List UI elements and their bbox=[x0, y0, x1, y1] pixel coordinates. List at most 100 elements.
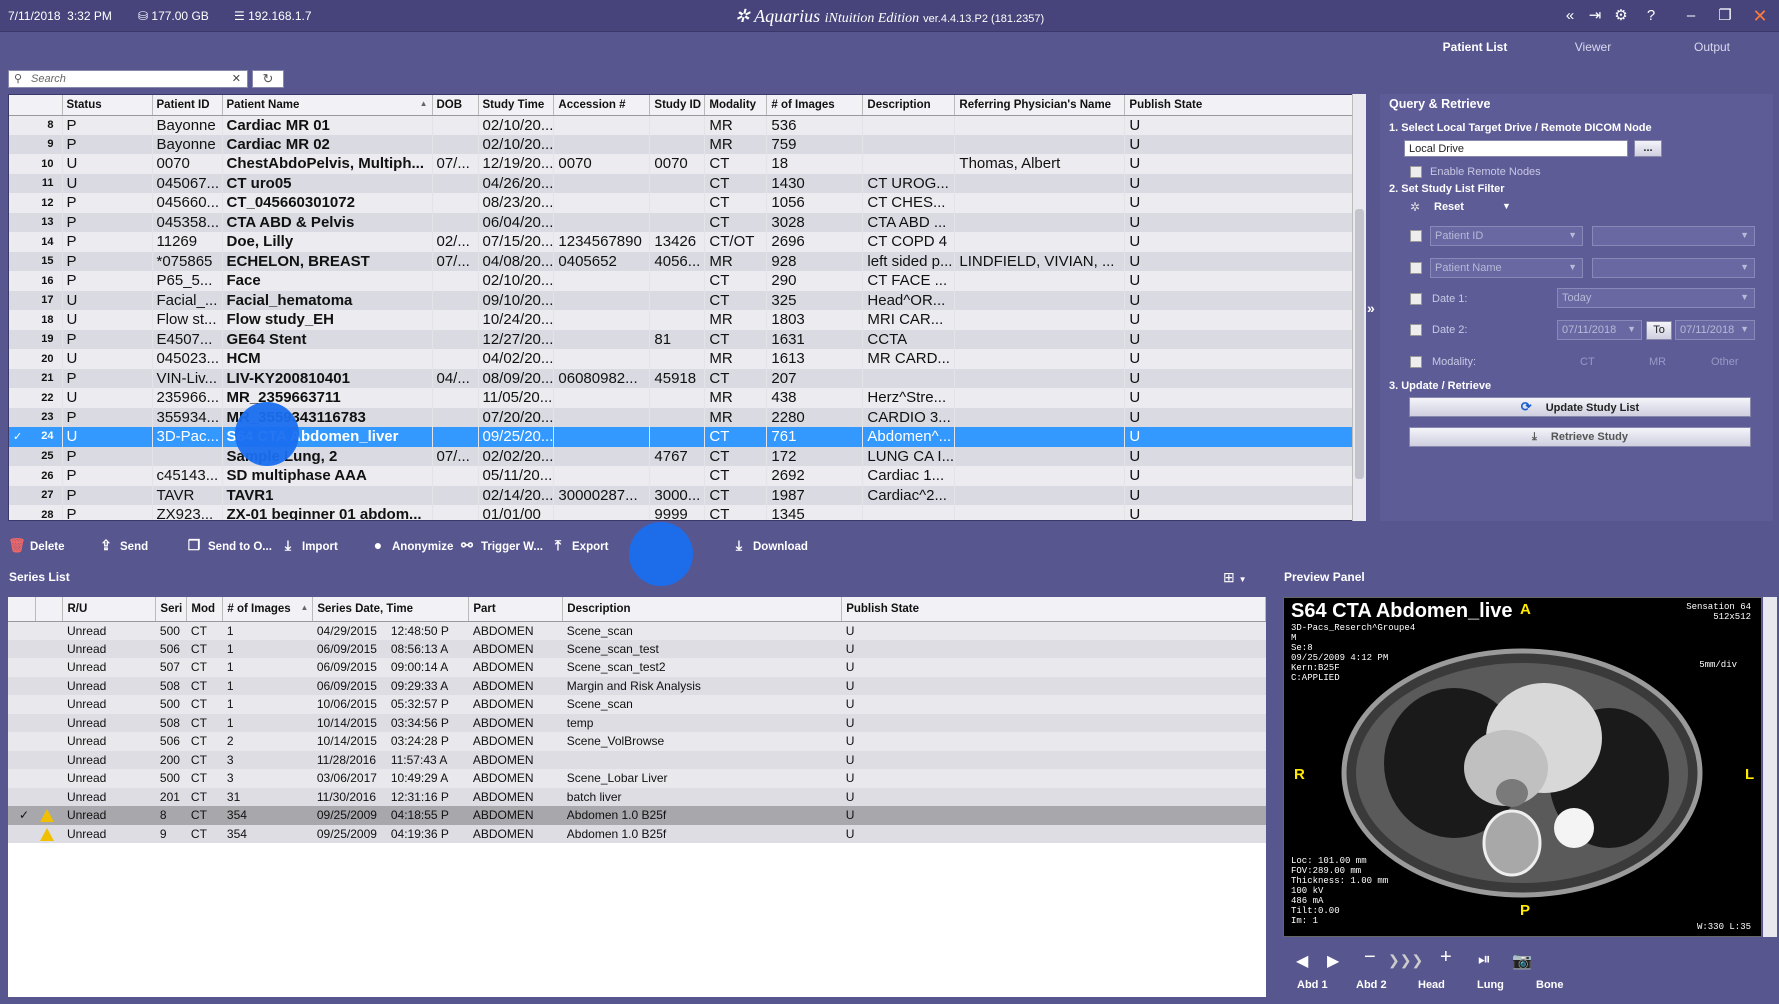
logout-icon[interactable]: ⇥ bbox=[1584, 6, 1606, 26]
study-row[interactable]: 25PSample Lung, 207/...02/02/20...4767CT… bbox=[9, 446, 1355, 466]
preset-lung[interactable]: Lung bbox=[1477, 979, 1504, 991]
preview-image[interactable]: S64 CTA Abdomen_live 3D-Pacs_Reserch^Gro… bbox=[1283, 597, 1762, 937]
series-row[interactable]: Unread 507 CT 1 06/09/2015 09:00:14 A ABDOMEN S… bbox=[8, 658, 1266, 677]
column-header-part[interactable]: Part bbox=[468, 597, 564, 622]
delete-button[interactable]: 🗑 Delete bbox=[8, 537, 65, 554]
date2-to-field[interactable]: 07/11/2018 ▼ bbox=[1675, 320, 1755, 340]
study-row[interactable]: 15 P *075865 ECHELON, BREAST 07/... 04/08/20.… bbox=[9, 251, 1355, 271]
series-row[interactable]: ✓ Unread 8 CT 354 09/25/2009 04:18:55 P ABDOMEN… bbox=[8, 806, 1266, 825]
tab-patient-list[interactable]: Patient List bbox=[1430, 40, 1520, 54]
series-row[interactable]: Unread 508 CT 1 06/09/2015 09:29:33 A ABDOMEN M… bbox=[8, 676, 1266, 695]
column-header-dob[interactable]: DOB bbox=[432, 95, 479, 116]
column-header-seri[interactable]: Seri bbox=[155, 597, 188, 622]
study-row[interactable]: ✓ 24 U 3D-Pac... S64 CTA Abdomen_liver 09/25/… bbox=[9, 427, 1355, 447]
column-header-study-id[interactable]: Study ID bbox=[649, 95, 706, 116]
study-row[interactable]: 23 P 355934... MR_3559343116783 07/20/20... M… bbox=[9, 407, 1355, 427]
column-header-images[interactable]: # of Images bbox=[766, 95, 864, 116]
column-header-description[interactable]: Description bbox=[562, 597, 843, 622]
study-row[interactable]: 10 U 0070 ChestAbdoPelvis, Multiph... 07/...… bbox=[9, 154, 1355, 174]
modality-mr[interactable]: MR bbox=[1649, 356, 1666, 368]
previous-image-icon[interactable]: ◀ bbox=[1296, 951, 1308, 971]
browse-button[interactable]: ... bbox=[1634, 140, 1662, 157]
preset-bone[interactable]: Bone bbox=[1536, 979, 1564, 991]
reset-dropdown-icon[interactable]: ▼ bbox=[1502, 201, 1511, 211]
close-icon[interactable]: ✕ bbox=[1749, 6, 1771, 26]
zoom-in-icon[interactable]: + bbox=[1440, 946, 1452, 969]
study-list-scrollbar[interactable] bbox=[1352, 94, 1366, 521]
modality-checkbox[interactable] bbox=[1410, 356, 1422, 368]
column-header-mod[interactable]: Mod bbox=[186, 597, 224, 622]
series-row[interactable]: Unread 506 CT 2 10/14/2015 03:24:28 P ABDOMEN S… bbox=[8, 732, 1266, 751]
clear-search-icon[interactable]: ✕ bbox=[232, 72, 241, 85]
column-header-patient-id[interactable]: Patient ID bbox=[152, 95, 223, 116]
series-row[interactable]: Unread 200 CT 3 11/28/2016 11:57:43 A ABDOMEN U bbox=[8, 750, 1266, 769]
zoom-slider[interactable]: ❯❯❯ bbox=[1388, 952, 1423, 969]
series-row[interactable]: Unread 9 CT 354 09/25/2009 04:19:36 P ABDOMEN A… bbox=[8, 824, 1266, 843]
series-row[interactable]: Unread 500 CT 1 04/29/2015 12:48:50 P ABDOMEN S… bbox=[8, 621, 1266, 640]
filter-patient-name-checkbox[interactable] bbox=[1410, 262, 1422, 274]
filter-patient-id-select[interactable]: Patient ID ▼ bbox=[1430, 226, 1583, 246]
date2-checkbox[interactable] bbox=[1410, 324, 1422, 336]
series-row[interactable]: Unread 201 CT 31 11/30/2016 12:31:16 P ABDOMEN… bbox=[8, 787, 1266, 806]
restore-icon[interactable]: ❐ bbox=[1714, 6, 1736, 26]
export-button[interactable]: ⤒ Export bbox=[550, 537, 609, 554]
next-image-icon[interactable]: ▶ bbox=[1327, 951, 1339, 971]
filter-patient-id-value[interactable]: ▼ bbox=[1592, 226, 1755, 246]
study-row[interactable]: 21 P VIN-Liv... LIV-KY200810401 04/... 08/09/… bbox=[9, 368, 1355, 388]
reset-button[interactable]: Reset bbox=[1434, 201, 1464, 213]
date1-select[interactable]: Today ▼ bbox=[1557, 288, 1755, 308]
column-header-ru[interactable]: R/U bbox=[62, 597, 157, 622]
expand-panel-icon[interactable]: » bbox=[1367, 300, 1375, 316]
study-row[interactable]: 28 P ZX923... ZX-01 beginner 01 abdom... 01/… bbox=[9, 505, 1355, 520]
send-to-button[interactable]: ❐ Send to O... bbox=[186, 537, 272, 554]
study-row[interactable]: 13 P 045358... CTA ABD & Pelvis 06/04/20... C… bbox=[9, 212, 1355, 232]
study-row[interactable]: 14 P 11269 Doe, Lilly 02/... 07/15/20... 12345… bbox=[9, 232, 1355, 252]
scrollbar-thumb[interactable] bbox=[1355, 209, 1364, 479]
preset-abd1[interactable]: Abd 1 bbox=[1297, 979, 1328, 991]
filter-patient-id-checkbox[interactable] bbox=[1410, 230, 1422, 242]
settings-gear-icon[interactable]: ⚙ bbox=[1610, 6, 1632, 26]
study-row[interactable]: 12 P 045660... CT_045660301072 08/23/20... CT… bbox=[9, 193, 1355, 213]
study-row[interactable]: 18 U Flow st... Flow study_EH 10/24/20... MR 1… bbox=[9, 310, 1355, 330]
refresh-icon[interactable]: ↻ bbox=[252, 70, 284, 88]
target-drive-field[interactable]: Local Drive bbox=[1404, 140, 1628, 157]
study-row[interactable]: 27 P TAVR TAVR1 02/14/20... 30000287... 3000..… bbox=[9, 485, 1355, 505]
snapshot-camera-icon[interactable]: 📷 bbox=[1512, 951, 1532, 971]
column-header-patient-name[interactable]: Patient Name ▲ bbox=[222, 95, 433, 116]
download-button[interactable]: ⤓ Download bbox=[731, 537, 808, 554]
study-row[interactable]: 8 P Bayonne Cardiac MR 01 02/10/20... MR 536 U bbox=[9, 115, 1355, 135]
column-header-modality[interactable]: Modality bbox=[704, 95, 768, 116]
enable-remote-checkbox[interactable] bbox=[1410, 166, 1422, 178]
study-row[interactable]: 11 U 045067... CT uro05 04/26/20... CT 1430 CT … bbox=[9, 173, 1355, 193]
minimize-icon[interactable]: – bbox=[1680, 6, 1702, 26]
filter-patient-name-value[interactable]: ▼ bbox=[1592, 258, 1755, 278]
trigger-workflow-button[interactable]: ⚯ Trigger W... bbox=[459, 537, 543, 554]
study-row[interactable]: 20 U 045023... HCM 04/02/20... MR 1613 MR CARD.… bbox=[9, 349, 1355, 369]
anonymize-button[interactable]: ● Anonymize bbox=[370, 537, 454, 553]
study-row[interactable]: 26 Pc45143... SD multiphase AAA 05/11/20...… bbox=[9, 466, 1355, 486]
modality-other[interactable]: Other bbox=[1711, 356, 1739, 368]
play-cine-icon[interactable]: ⏯ bbox=[1478, 951, 1491, 969]
series-row[interactable]: Unread 506 CT 1 06/09/2015 08:56:13 A ABDOMEN S… bbox=[8, 639, 1266, 658]
column-header-series-date[interactable]: Series Date, Time bbox=[312, 597, 470, 622]
filter-patient-name-select[interactable]: Patient Name ▼ bbox=[1430, 258, 1583, 278]
send-button[interactable]: ⇪ Send bbox=[98, 537, 148, 554]
import-button[interactable]: ⤓ Import bbox=[280, 537, 338, 554]
column-header-description[interactable]: Description bbox=[862, 95, 956, 116]
zoom-out-icon[interactable]: − bbox=[1364, 946, 1376, 969]
column-header-images[interactable]: # of Images ▲ bbox=[222, 597, 314, 622]
column-header-referring-physician[interactable]: Referring Physician's Name bbox=[954, 95, 1126, 116]
date2-from-field[interactable]: 07/11/2018 ▼ bbox=[1557, 320, 1642, 340]
preset-abd2[interactable]: Abd 2 bbox=[1356, 979, 1387, 991]
column-header-study-time[interactable]: Study Time bbox=[478, 95, 555, 116]
search-input[interactable]: ⚲ Search ✕ bbox=[8, 70, 248, 88]
study-row[interactable]: 17 U Facial_... Facial_hematoma 09/10/20... C… bbox=[9, 290, 1355, 310]
grid-layout-icon[interactable]: ⊞ ▼ bbox=[1223, 569, 1247, 586]
study-row[interactable]: 19 P E4507... GE64 Stent 12/27/20... 81 CT 1631… bbox=[9, 329, 1355, 349]
column-header-publish-state[interactable]: Publish State bbox=[1124, 95, 1356, 116]
study-row[interactable]: 22 U 235966... MR_2359663711 11/05/20... MR 43… bbox=[9, 388, 1355, 408]
help-icon[interactable]: ? bbox=[1640, 6, 1662, 26]
column-header-status[interactable]: Status bbox=[62, 95, 153, 116]
tab-output[interactable]: Output bbox=[1667, 40, 1757, 54]
update-study-list-button[interactable]: ⟳ Update Study List bbox=[1409, 397, 1751, 417]
